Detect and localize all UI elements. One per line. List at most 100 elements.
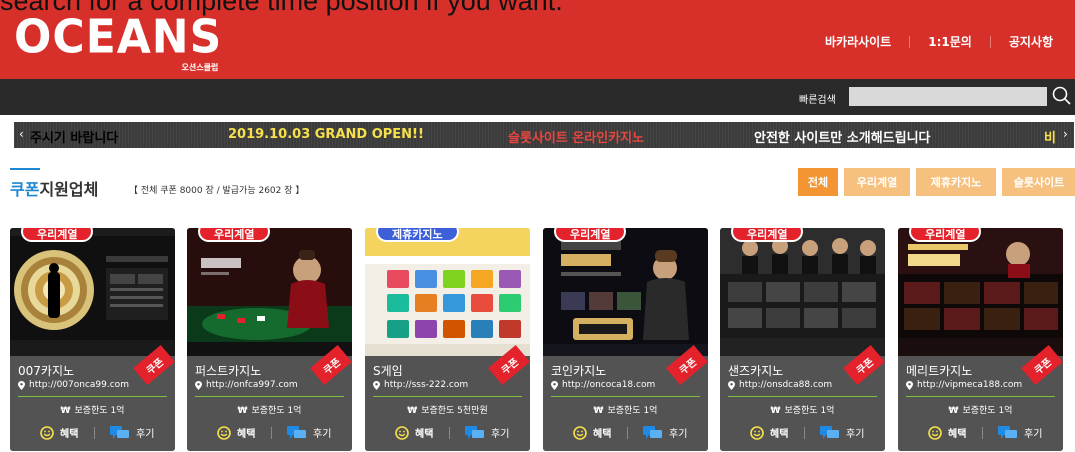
benefit-label: 혜택 — [593, 429, 612, 440]
category-badge: 제휴카지노 — [376, 228, 459, 242]
site-screenshot[interactable] — [720, 228, 885, 356]
site-screenshot[interactable] — [543, 228, 708, 356]
location-pin-icon — [18, 380, 25, 390]
location-pin-icon — [728, 380, 735, 390]
review-label: 후기 — [313, 429, 332, 440]
card-actions: 혜택 후기 — [543, 423, 708, 443]
card-actions: 혜택 후기 — [10, 423, 175, 443]
smile-icon — [928, 425, 942, 440]
location-pin-icon — [195, 380, 202, 390]
chevron-left-icon[interactable]: ‹ — [19, 127, 24, 141]
won-icon: ₩ — [60, 406, 71, 416]
won-icon: ₩ — [237, 406, 248, 416]
benefit-label: 혜택 — [415, 429, 434, 440]
title-accent — [10, 168, 40, 170]
search-icon[interactable] — [1051, 85, 1073, 107]
review-label: 후기 — [491, 429, 510, 440]
benefit-button[interactable]: 혜택 — [928, 425, 966, 440]
won-icon: ₩ — [593, 406, 604, 416]
benefit-label: 혜택 — [237, 429, 256, 440]
review-button[interactable]: 후기 — [287, 425, 331, 440]
screenshot-first — [187, 228, 352, 356]
section-title-rest: 지원업체 — [39, 180, 99, 199]
filter-all[interactable]: 전체 — [798, 168, 838, 196]
chat-bubble-icon — [998, 425, 1017, 439]
casino-url[interactable]: http://onfca997.com — [206, 380, 298, 390]
nav-notice[interactable]: 공지사항 — [1009, 33, 1053, 50]
url-row: http://onfca997.com — [195, 380, 298, 390]
benefit-button[interactable]: 혜택 — [395, 425, 433, 440]
chat-bubble-icon — [465, 425, 484, 439]
review-button[interactable]: 후기 — [643, 425, 687, 440]
casino-name[interactable]: 메리트카지노 — [906, 362, 972, 379]
review-button[interactable]: 후기 — [110, 425, 154, 440]
casino-card[interactable]: 우리계열 쿠폰 메리트카지노 http://vipmeca188.com ₩ 보증… — [898, 228, 1063, 451]
location-pin-icon — [551, 380, 558, 390]
divider — [906, 396, 1055, 397]
divider — [18, 396, 167, 397]
casino-name[interactable]: 퍼스트카지노 — [195, 362, 261, 379]
marquee-item: 안전한 사이트만 소개해드립니다 — [754, 131, 931, 146]
casino-name[interactable]: S게임 — [373, 362, 403, 379]
site-screenshot[interactable] — [10, 228, 175, 356]
search-label: 빠른검색 — [799, 95, 836, 106]
benefit-button[interactable]: 혜택 — [40, 425, 78, 440]
nav-baccarat[interactable]: 바카라사이트 — [825, 33, 891, 50]
casino-url[interactable]: http://007onca99.com — [29, 380, 129, 390]
action-divider — [627, 427, 628, 439]
site-logo[interactable]: OCEANS 오션스클럽 — [14, 14, 222, 72]
nav-inquiry[interactable]: 1:1문의 — [928, 33, 972, 50]
location-pin-icon — [373, 380, 380, 390]
casino-card[interactable]: 우리계열 쿠폰 샌즈카지노 http://onsdca88.com ₩ 보증한도 … — [720, 228, 885, 451]
location-pin-icon — [906, 380, 913, 390]
filter-our-group[interactable]: 우리계열 — [844, 168, 910, 196]
category-badge: 우리계열 — [909, 228, 982, 242]
casino-card[interactable]: 제휴카지노 쿠폰 S게임 http://sss-222.com ₩ 보증한도 5천… — [365, 228, 530, 451]
benefit-label: 혜택 — [948, 429, 967, 440]
overlay-caption: search for a complete time position if y… — [0, 0, 563, 16]
review-button[interactable]: 후기 — [820, 425, 864, 440]
category-badge: 우리계열 — [21, 228, 94, 242]
chat-bubble-icon — [820, 425, 839, 439]
section-title-highlight: 쿠폰 — [10, 180, 40, 199]
divider — [195, 396, 344, 397]
casino-url[interactable]: http://vipmeca188.com — [917, 380, 1022, 390]
benefit-button[interactable]: 혜택 — [573, 425, 611, 440]
casino-name[interactable]: 샌즈카지노 — [728, 362, 783, 379]
divider — [373, 396, 522, 397]
casino-url[interactable]: http://oncoca18.com — [562, 380, 655, 390]
logo-subtext: 오션스클럽 — [181, 63, 219, 72]
site-screenshot[interactable] — [187, 228, 352, 356]
casino-name[interactable]: 코인카지노 — [551, 362, 606, 379]
casino-card[interactable]: 우리계열 쿠폰 코인카지노 http://oncoca18.com ₩ 보증한도 … — [543, 228, 708, 451]
action-divider — [982, 427, 983, 439]
action-divider — [271, 427, 272, 439]
chat-bubble-icon — [110, 425, 129, 439]
smile-icon — [573, 425, 587, 440]
category-badge: 우리계열 — [731, 228, 804, 242]
guarantee-limit: ₩ 보증한도 1억 — [60, 406, 125, 416]
nav-divider — [989, 35, 991, 48]
casino-url[interactable]: http://onsdca88.com — [739, 380, 832, 390]
filter-slot-site[interactable]: 슬롯사이트 — [1002, 168, 1075, 196]
action-divider — [94, 427, 95, 439]
top-nav: 바카라사이트 1:1문의 공지사항 — [825, 33, 1053, 50]
casino-card[interactable]: 우리계열 쿠폰 007카지노 http://007onca99.com ₩ 보증한… — [10, 228, 175, 451]
review-button[interactable]: 후기 — [998, 425, 1042, 440]
screenshot-coin — [543, 228, 708, 356]
filter-partner-casino[interactable]: 제휴카지노 — [916, 168, 996, 196]
casino-url[interactable]: http://sss-222.com — [384, 380, 468, 390]
chevron-right-icon[interactable]: › — [1063, 127, 1068, 141]
review-label: 후기 — [1024, 429, 1043, 440]
benefit-button[interactable]: 혜택 — [217, 425, 255, 440]
site-screenshot[interactable] — [365, 228, 530, 356]
review-button[interactable]: 후기 — [465, 425, 509, 440]
chat-bubble-icon — [287, 425, 306, 439]
search-input[interactable] — [849, 87, 1047, 106]
divider — [551, 396, 700, 397]
casino-card[interactable]: 우리계열 쿠폰 퍼스트카지노 http://onfca997.com ₩ 보증한도… — [187, 228, 352, 451]
site-screenshot[interactable] — [898, 228, 1063, 356]
coupon-count: 【 전체 쿠폰 8000 장 / 발급가능 2602 장 】 — [129, 186, 305, 196]
benefit-button[interactable]: 혜택 — [750, 425, 788, 440]
casino-name[interactable]: 007카지노 — [18, 362, 74, 379]
